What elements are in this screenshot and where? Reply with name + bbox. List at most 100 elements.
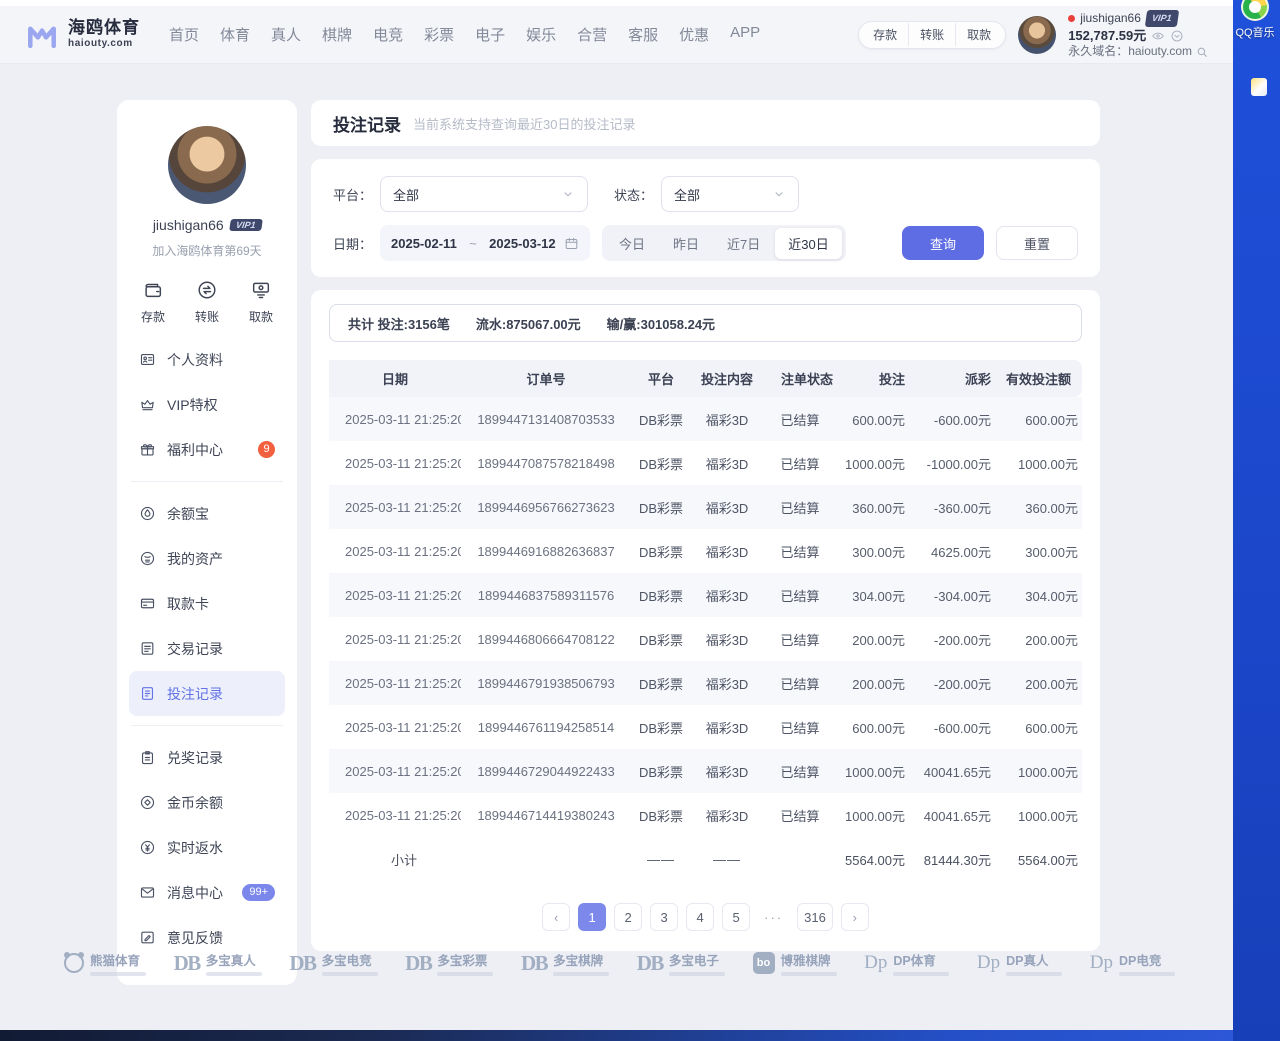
page-button[interactable]: 1 bbox=[578, 903, 606, 931]
cell-status: 已结算 bbox=[763, 573, 837, 617]
page-title-card: 投注记录 当前系统支持查询最近30日的投注记录 bbox=[311, 100, 1100, 146]
bet-records-icon bbox=[139, 685, 156, 702]
sidebar-menu-item[interactable]: 兑奖记录 bbox=[129, 735, 285, 780]
sidebar-menu-item[interactable]: 福利中心 9 bbox=[129, 427, 285, 472]
sidebar-menu-item[interactable]: VIP特权 bbox=[129, 382, 285, 427]
bottom-edge-bar bbox=[0, 1030, 1233, 1041]
wallet-action-button[interactable]: 取款 bbox=[955, 23, 1002, 46]
page-button[interactable]: 3 bbox=[650, 903, 678, 931]
page-subtitle: 当前系统支持查询最近30日的投注记录 bbox=[413, 114, 635, 133]
cell-bet-content: 福彩3D bbox=[691, 485, 763, 529]
sidebar-menu-item[interactable]: 交易记录 bbox=[129, 626, 285, 671]
table-row: 2025-03-11 21:25:20 1899446729044922433 … bbox=[329, 749, 1082, 793]
platform-select[interactable]: 全部 bbox=[380, 176, 588, 212]
partner-logo-glyph: Dp bbox=[977, 952, 1000, 974]
nav-item[interactable]: 体育 bbox=[217, 18, 253, 51]
qq-music-desktop-shortcut[interactable]: QQ音乐 bbox=[1236, 0, 1274, 40]
cell-order-number: 1899446714419380243 bbox=[461, 793, 631, 837]
page-button[interactable]: 316 bbox=[797, 903, 833, 931]
partner-logo-subtext bbox=[206, 972, 262, 976]
page-button[interactable]: ‹ bbox=[542, 903, 570, 931]
username: jiushigan66 bbox=[1080, 11, 1141, 26]
sidebar-menu-label: 兑奖记录 bbox=[167, 748, 223, 768]
search-icon[interactable] bbox=[1195, 45, 1209, 59]
quick-action[interactable]: 转账 bbox=[195, 279, 219, 325]
records-card: 共计 投注:3156笔流水:875067.00元输/赢:301058.24元 日… bbox=[311, 290, 1100, 951]
search-button[interactable]: 查询 bbox=[902, 226, 984, 260]
cell-platform: DB彩票 bbox=[631, 793, 691, 837]
cell-order-number: 1899447087578218498 bbox=[461, 441, 631, 485]
sidebar-menu-label: 实时返水 bbox=[167, 838, 223, 858]
sidebar-menu-item[interactable]: 实时返水 bbox=[129, 825, 285, 870]
status-select[interactable]: 全部 bbox=[661, 176, 799, 212]
sidebar-menu-item[interactable]: 余额宝 bbox=[129, 491, 285, 536]
partner-logo-subtext bbox=[893, 972, 949, 976]
sidebar-menu-item[interactable]: 取款卡 bbox=[129, 581, 285, 626]
cell-date: 2025-03-11 21:25:20 bbox=[329, 397, 461, 441]
wallet-action-button[interactable]: 存款 bbox=[862, 23, 908, 46]
crown-icon bbox=[139, 396, 156, 413]
status-value: 全部 bbox=[674, 185, 700, 204]
wallet-action-button[interactable]: 转账 bbox=[908, 23, 955, 46]
cell-date: 2025-03-11 21:25:20 bbox=[329, 441, 461, 485]
sidebar-menu-item[interactable] bbox=[131, 481, 283, 482]
cell-payout: 40041.65元 bbox=[909, 793, 995, 837]
user-avatar[interactable] bbox=[1018, 16, 1056, 54]
cell-status: 已结算 bbox=[763, 749, 837, 793]
partner-logo-glyph: DB bbox=[637, 951, 663, 976]
qq-music-icon bbox=[1241, 0, 1269, 21]
eye-icon[interactable] bbox=[1151, 29, 1165, 43]
page-button[interactable]: › bbox=[841, 903, 869, 931]
quick-action[interactable]: 取款 bbox=[249, 279, 273, 325]
sidebar-menu-item[interactable]: 个人资料 bbox=[129, 337, 285, 382]
date-range-tab[interactable]: 近7日 bbox=[714, 228, 773, 259]
nav-item[interactable]: 真人 bbox=[268, 18, 304, 51]
sidebar-menu-item[interactable]: 金币余额 bbox=[129, 780, 285, 825]
sidebar-menu-label: 意见反馈 bbox=[167, 928, 223, 948]
nav-item[interactable]: 彩票 bbox=[421, 18, 457, 51]
page-button[interactable]: ··· bbox=[758, 903, 789, 931]
permanent-domain: 永久域名：haiouty.com bbox=[1068, 44, 1192, 59]
nav-item[interactable]: 电竞 bbox=[370, 18, 406, 51]
reset-button[interactable]: 重置 bbox=[996, 226, 1078, 260]
sidebar-menu-item[interactable]: 消息中心 99+ bbox=[129, 870, 285, 915]
nav-item[interactable]: 棋牌 bbox=[319, 18, 355, 51]
date-range-tab[interactable]: 昨日 bbox=[660, 228, 712, 259]
quick-action[interactable]: 存款 bbox=[141, 279, 165, 325]
chevron-down-circle-icon[interactable] bbox=[1170, 29, 1184, 43]
transfer-icon bbox=[196, 279, 218, 301]
nav-item[interactable]: APP bbox=[727, 18, 763, 51]
cell-bet-amount: 600.00元 bbox=[837, 397, 909, 441]
cell-valid-amount: 1000.00元 bbox=[995, 441, 1082, 485]
date-range-tab[interactable]: 今日 bbox=[606, 228, 658, 259]
nav-item[interactable]: 首页 bbox=[166, 18, 202, 51]
nav-item[interactable]: 电子 bbox=[472, 18, 508, 51]
nav-item[interactable]: 客服 bbox=[625, 18, 661, 51]
cell-payout: -600.00元 bbox=[909, 705, 995, 749]
cell-payout: -304.00元 bbox=[909, 573, 995, 617]
nav-item[interactable]: 优惠 bbox=[676, 18, 712, 51]
user-info: jiushigan66 VIP1 152,787.59元 永久域名：haiout… bbox=[1068, 10, 1209, 59]
page-button[interactable]: 2 bbox=[614, 903, 642, 931]
nav-item[interactable]: 娱乐 bbox=[523, 18, 559, 51]
table-body: 2025-03-11 21:25:20 1899447131408703533 … bbox=[329, 397, 1082, 837]
site-logo[interactable]: 海鸥体育 haiouty.com bbox=[24, 18, 140, 52]
partner-logo-subtext bbox=[1119, 972, 1175, 976]
cell-order-number: 1899446837589311576 bbox=[461, 573, 631, 617]
partner-logo: DB 多宝电子 bbox=[637, 950, 725, 976]
subtotal-platform: —— bbox=[631, 837, 691, 881]
nav-item[interactable]: 合营 bbox=[574, 18, 610, 51]
sidebar-menu-item[interactable] bbox=[131, 725, 283, 726]
cell-bet-content: 福彩3D bbox=[691, 661, 763, 705]
table-row: 2025-03-11 21:25:20 1899447087578218498 … bbox=[329, 441, 1082, 485]
cell-bet-amount: 300.00元 bbox=[837, 529, 909, 573]
page-button[interactable]: 5 bbox=[722, 903, 750, 931]
desktop-icon-partial[interactable] bbox=[1251, 78, 1267, 96]
profile-avatar[interactable] bbox=[168, 126, 246, 204]
sidebar-menu-item[interactable]: 投注记录 bbox=[129, 671, 285, 716]
date-range-tab[interactable]: 近30日 bbox=[775, 228, 841, 259]
cell-date: 2025-03-11 21:25:20 bbox=[329, 749, 461, 793]
page-button[interactable]: 4 bbox=[686, 903, 714, 931]
date-range-picker[interactable]: 2025-02-11 ~ 2025-03-12 bbox=[380, 225, 590, 261]
sidebar-menu-item[interactable]: 我的资产 bbox=[129, 536, 285, 581]
